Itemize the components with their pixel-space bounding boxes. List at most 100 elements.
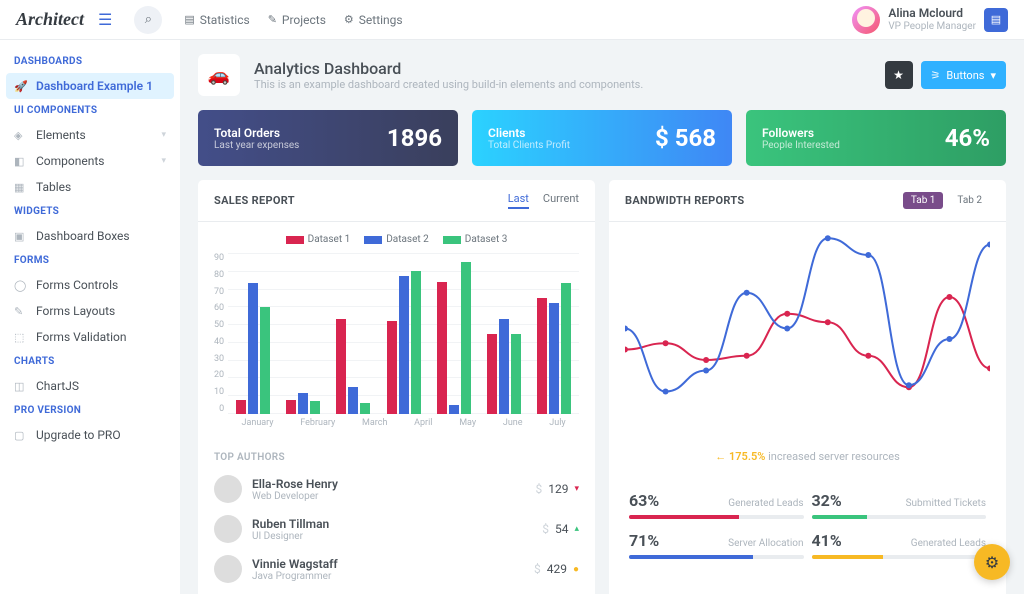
- page-icon: 🚗: [198, 54, 240, 96]
- gear-icon: ⚙: [985, 553, 999, 572]
- mini-stat: 63%Generated Leads: [625, 485, 808, 525]
- sidebar-item-label: Forms Controls: [36, 278, 118, 292]
- sidebar-item-components[interactable]: ◧Components▾: [0, 148, 180, 174]
- author-row[interactable]: Ella-Rose Henry$: [198, 589, 595, 594]
- bar-group: [286, 253, 320, 414]
- data-point: [703, 357, 709, 363]
- sidebar-item-label: ChartJS: [36, 379, 79, 393]
- bar: [360, 403, 370, 414]
- author-name: Ella-Rose Henry: [252, 477, 338, 491]
- mini-label: Generated Leads: [911, 538, 986, 549]
- data-point: [906, 382, 912, 388]
- data-point: [865, 353, 871, 359]
- sidebar-heading: DASHBOARDS: [0, 50, 180, 73]
- sidebar-item-elements[interactable]: ◈Elements▾: [0, 122, 180, 148]
- sidebar-item-icon: ◫: [14, 380, 28, 393]
- sidebar-item-dashboard-example-1[interactable]: 🚀 Dashboard Example 1: [6, 73, 174, 99]
- bar: [549, 303, 559, 414]
- chevron-down-icon: ▾: [574, 484, 579, 494]
- stat-card-total-orders: Total OrdersLast year expenses1896: [198, 110, 458, 166]
- chevron-up-icon: ▴: [574, 524, 579, 534]
- author-row[interactable]: Ruben TillmanUI Designer$54▴: [198, 509, 595, 549]
- buttons-dropdown[interactable]: ⚞ Buttons ▾: [921, 61, 1006, 89]
- sales-bar-chart: 9080706050403020100 JanuaryFebruaryMarch…: [214, 253, 579, 428]
- bar-group: [487, 253, 521, 414]
- bar: [348, 387, 358, 414]
- author-name: Ruben Tillman: [252, 517, 329, 531]
- page-subtitle: This is an example dashboard created usi…: [254, 78, 643, 91]
- data-point: [865, 252, 871, 258]
- bar: [336, 319, 346, 414]
- mini-stat: 41%Generated Leads: [808, 525, 991, 565]
- avatar: [852, 6, 880, 34]
- legend-item: Dataset 2: [364, 234, 429, 245]
- data-point: [625, 347, 628, 353]
- warning-icon: ●: [573, 564, 579, 575]
- header: Architect ☰ ⌕ ▤Statistics✎Projects⚙Setti…: [0, 0, 1024, 40]
- top-authors-title: TOP AUTHORS: [198, 440, 595, 469]
- mini-pct: 32%: [812, 491, 842, 510]
- topnav-settings[interactable]: ⚙Settings: [344, 13, 403, 27]
- sidebar-item-icon: 🚀: [14, 80, 28, 93]
- data-point: [744, 353, 750, 359]
- sidebar-heading: UI COMPONENTS: [0, 99, 180, 122]
- x-tick: February: [300, 418, 335, 428]
- topnav-statistics[interactable]: ▤Statistics: [184, 13, 249, 27]
- sidebar-item-icon: ▣: [14, 230, 28, 243]
- bandwidth-card: BANDWIDTH REPORTS Tab 1 Tab 2 ← 175.5%: [609, 180, 1006, 594]
- sidebar-item-forms-controls[interactable]: ◯Forms Controls: [0, 272, 180, 298]
- search-icon: ⌕: [145, 12, 152, 27]
- sidebar-item-icon: ✎: [14, 305, 28, 318]
- menu-toggle-icon[interactable]: ☰: [98, 10, 112, 29]
- projects-icon: ✎: [268, 13, 277, 26]
- bandwidth-title: BANDWIDTH REPORTS: [625, 194, 745, 207]
- author-name: Vinnie Wagstaff: [252, 557, 338, 571]
- bar: [399, 276, 409, 414]
- settings-fab[interactable]: ⚙: [974, 544, 1010, 580]
- author-row[interactable]: Ella-Rose HenryWeb Developer$129▾: [198, 469, 595, 509]
- calendar-button[interactable]: ▤: [984, 8, 1008, 32]
- sidebar-item-label: Dashboard Example 1: [36, 79, 153, 93]
- sidebar-item-tables[interactable]: ▦Tables: [0, 174, 180, 200]
- bar: [286, 400, 296, 414]
- favorite-button[interactable]: ★: [885, 61, 913, 89]
- tab-1[interactable]: Tab 1: [903, 192, 944, 209]
- tab-current[interactable]: Current: [543, 192, 579, 209]
- sidebar-item-label: Elements: [36, 128, 86, 142]
- sidebar-heading: FORMS: [0, 249, 180, 272]
- tab-last[interactable]: Last: [508, 192, 529, 209]
- author-row[interactable]: Vinnie WagstaffJava Programmer$429●: [198, 549, 595, 589]
- bar: [236, 400, 246, 414]
- data-point: [744, 290, 750, 296]
- user-menu[interactable]: Alina Mclourd VP People Manager ▤: [852, 6, 1008, 34]
- sidebar-item-label: Components: [36, 154, 105, 168]
- sidebar-item-forms-validation[interactable]: ⬚Forms Validation: [0, 324, 180, 350]
- stat-sublabel: Total Clients Profit: [488, 140, 570, 151]
- sidebar-heading: CHARTS: [0, 350, 180, 373]
- user-name: Alina Mclourd: [888, 7, 976, 20]
- tab-2[interactable]: Tab 2: [949, 192, 990, 209]
- sidebar-item-upgrade-to-pro[interactable]: ▢Upgrade to PRO: [0, 422, 180, 448]
- user-role: VP People Manager: [888, 21, 976, 32]
- settings-icon: ⚙: [344, 13, 354, 26]
- sidebar-item-dashboard-boxes[interactable]: ▣Dashboard Boxes: [0, 223, 180, 249]
- topnav-projects[interactable]: ✎Projects: [268, 13, 326, 27]
- sidebar-item-forms-layouts[interactable]: ✎ Forms Layouts: [0, 298, 180, 324]
- stat-value: $ 568: [655, 124, 716, 152]
- sidebar-item-icon: ◧: [14, 155, 28, 168]
- bar: [248, 283, 258, 414]
- page-title: Analytics Dashboard: [254, 59, 643, 78]
- bandwidth-line-chart: [625, 234, 990, 444]
- data-point: [825, 319, 831, 325]
- stat-label: Followers: [762, 126, 840, 140]
- sidebar-item-label: Forms Layouts: [36, 304, 115, 318]
- search-button[interactable]: ⌕: [134, 6, 162, 34]
- buttons-icon: ⚞: [931, 69, 941, 82]
- bar: [537, 298, 547, 414]
- stat-value: 1896: [387, 124, 442, 152]
- data-point: [784, 326, 790, 332]
- stat-label: Total Orders: [214, 126, 299, 140]
- avatar: [214, 515, 242, 543]
- sidebar-item-chartjs[interactable]: ◫ ChartJS: [0, 373, 180, 399]
- bar: [511, 334, 521, 415]
